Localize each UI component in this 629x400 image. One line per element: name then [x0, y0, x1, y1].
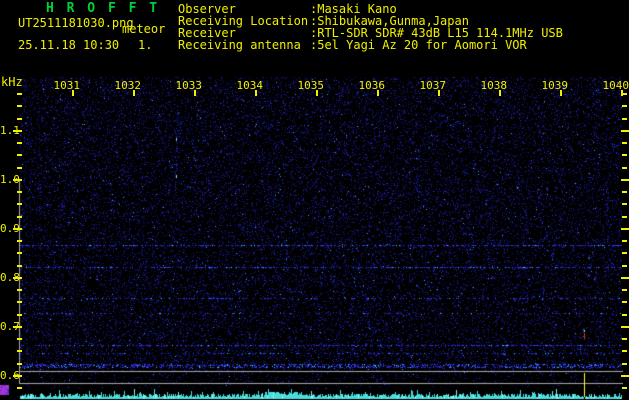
- freq-tick: [17, 167, 22, 169]
- freq-tick-label: 0.9: [0, 222, 20, 235]
- freq-tick: [17, 216, 22, 218]
- time-tick-label: 1032: [114, 79, 142, 92]
- freq-tick: [17, 105, 22, 107]
- time-tick-label: 1033: [175, 79, 203, 92]
- freq-unit-label: kHz: [1, 75, 23, 89]
- freq-tick-right: [621, 130, 629, 132]
- freq-tick-right: [621, 326, 629, 328]
- freq-tick-right: [622, 105, 627, 107]
- freq-tick-right: [621, 277, 629, 279]
- time-tick-label: 1038: [480, 79, 508, 92]
- freq-tick: [17, 118, 22, 120]
- freq-tick: [17, 191, 22, 193]
- freq-tick-right: [621, 228, 629, 230]
- band-label-meteor: meteor: [122, 22, 166, 36]
- freq-tick: [17, 289, 22, 291]
- freq-tick-label: 1.1: [0, 124, 20, 137]
- freq-tick-label: 0.7: [0, 320, 20, 333]
- freq-tick-right: [622, 350, 627, 352]
- time-tick-label: 1034: [236, 79, 264, 92]
- freq-tick: [17, 154, 22, 156]
- freq-tick-right: [622, 289, 627, 291]
- freq-tick-right: [622, 314, 627, 316]
- time-tick-label: 1031: [53, 79, 81, 92]
- observation-datetime: 25.11.18 10:30: [18, 38, 120, 52]
- freq-tick: [17, 301, 22, 303]
- freq-tick: [17, 252, 22, 254]
- freq-tick: [17, 265, 22, 267]
- app-title: H R O F F T: [46, 1, 160, 16]
- spectrogram-canvas: [0, 0, 629, 400]
- freq-tick: [17, 350, 22, 352]
- station-info: Observer :Masaki Kano Receiving Location…: [178, 3, 563, 51]
- freq-tick-right: [622, 142, 627, 144]
- freq-tick-right: [622, 167, 627, 169]
- info-row: Receiving antenna :5el Yagi Az 20 for Ao…: [178, 39, 563, 51]
- freq-tick-right: [622, 93, 627, 95]
- image-filename: UT2511181030.png: [18, 16, 134, 30]
- freq-tick: [17, 240, 22, 242]
- hrofft-screen: H R O F F T UT2511181030.png meteor 25.1…: [0, 0, 629, 400]
- freq-tick: [17, 93, 22, 95]
- freq-tick-right: [621, 375, 629, 377]
- time-tick-label: 1039: [541, 79, 569, 92]
- freq-tick: [17, 363, 22, 365]
- freq-tick-right: [621, 179, 629, 181]
- freq-tick-right: [622, 154, 627, 156]
- freq-tick-right: [622, 191, 627, 193]
- freq-tick-right: [622, 363, 627, 365]
- freq-tick-right: [622, 240, 627, 242]
- freq-tick-right: [622, 301, 627, 303]
- freq-tick-label: 0.8: [0, 271, 20, 284]
- freq-tick: [17, 387, 22, 389]
- time-tick-label: 1035: [297, 79, 325, 92]
- info-value: :5el Yagi Az 20 for Aomori VOR: [310, 38, 527, 52]
- freq-tick-right: [622, 216, 627, 218]
- time-tick-label: 1036: [358, 79, 386, 92]
- freq-tick-right: [622, 338, 627, 340]
- freq-tick-right: [622, 252, 627, 254]
- freq-tick: [17, 203, 22, 205]
- freq-tick-label: 0.6: [0, 369, 20, 382]
- freq-tick: [17, 314, 22, 316]
- time-tick-label: 1037: [419, 79, 447, 92]
- freq-tick: [17, 142, 22, 144]
- time-tick-label: 1040: [602, 79, 629, 92]
- freq-tick-label: 1.0: [0, 173, 20, 186]
- meteor-count: 1.: [138, 38, 153, 52]
- info-label: Receiving antenna: [178, 38, 301, 52]
- freq-tick: [17, 338, 22, 340]
- freq-tick-right: [622, 265, 627, 267]
- freq-tick-right: [622, 203, 627, 205]
- freq-tick-right: [622, 387, 627, 389]
- freq-tick-right: [622, 118, 627, 120]
